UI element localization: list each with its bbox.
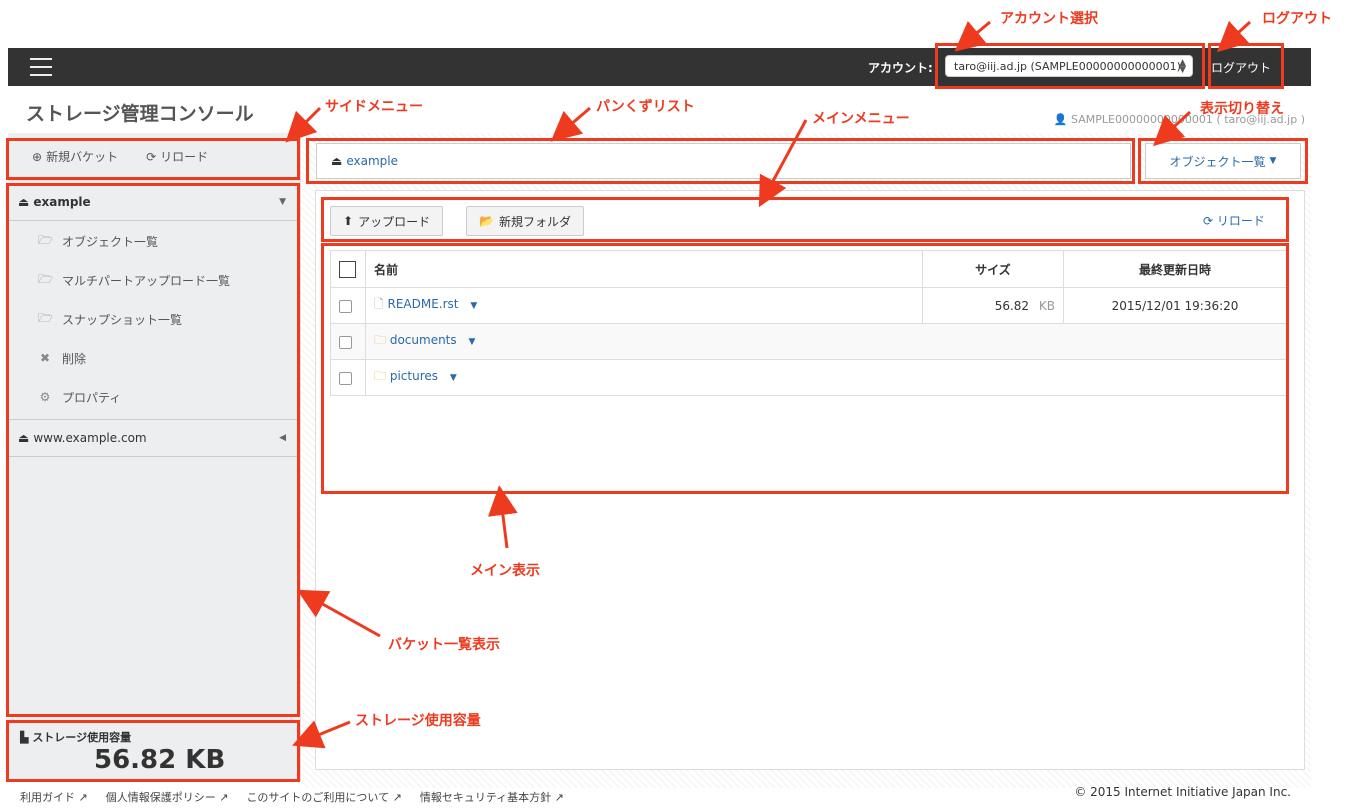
annotation-label-storage-usage: ストレージ使用容量 bbox=[355, 713, 481, 729]
footer-link-guide[interactable]: 利用ガイド ↗ bbox=[20, 789, 88, 805]
footer-link-label: このサイトのご利用について bbox=[246, 791, 390, 804]
arrow-bucket-list bbox=[296, 589, 381, 638]
annotation-arrows bbox=[285, 20, 1252, 749]
external-link-icon: ↗ bbox=[392, 791, 402, 804]
footer-links: 利用ガイド ↗ 個人情報保護ポリシー ↗ このサイトのご利用について ↗ 情報セ… bbox=[20, 789, 564, 805]
external-link-icon: ↗ bbox=[78, 791, 88, 804]
footer-link-terms[interactable]: このサイトのご利用について ↗ bbox=[246, 789, 401, 805]
footer-link-label: 個人情報保護ポリシー bbox=[105, 791, 216, 804]
footer-link-label: 情報セキュリティ基本方針 bbox=[419, 791, 552, 804]
arrow-breadcrumb bbox=[550, 106, 591, 142]
annotation-label-main-view: メイン表示 bbox=[470, 563, 540, 579]
annotation-label-side-menu: サイドメニュー bbox=[325, 99, 423, 115]
external-link-icon: ↗ bbox=[219, 791, 229, 804]
arrow-storage-usage bbox=[292, 720, 351, 749]
annotation-label-bucket-list: バケット一覧表示 bbox=[388, 637, 500, 653]
arrow-view-switch bbox=[1152, 110, 1192, 147]
footer-link-privacy[interactable]: 個人情報保護ポリシー ↗ bbox=[106, 789, 229, 805]
annotation-label-account-select: アカウント選択 bbox=[1000, 11, 1098, 27]
external-link-icon: ↗ bbox=[554, 791, 564, 804]
arrow-logout bbox=[1216, 20, 1252, 53]
annotation-label-logout: ログアウト bbox=[1262, 11, 1332, 27]
annotation-label-view-switch: 表示切り替え bbox=[1200, 101, 1284, 117]
arrow-side-menu bbox=[285, 106, 322, 143]
arrow-main-menu bbox=[758, 119, 808, 208]
copyright: © 2015 Internet Initiative Japan Inc. bbox=[1074, 785, 1291, 799]
footer-link-label: 利用ガイド bbox=[20, 791, 75, 804]
annotation-label-breadcrumb: パンくずリスト bbox=[596, 99, 695, 115]
arrow-account-select bbox=[954, 20, 991, 52]
annotation-label-main-menu: メインメニュー bbox=[812, 111, 910, 127]
arrow-main-view bbox=[487, 485, 518, 549]
footer-link-security[interactable]: 情報セキュリティ基本方針 ↗ bbox=[420, 789, 564, 805]
